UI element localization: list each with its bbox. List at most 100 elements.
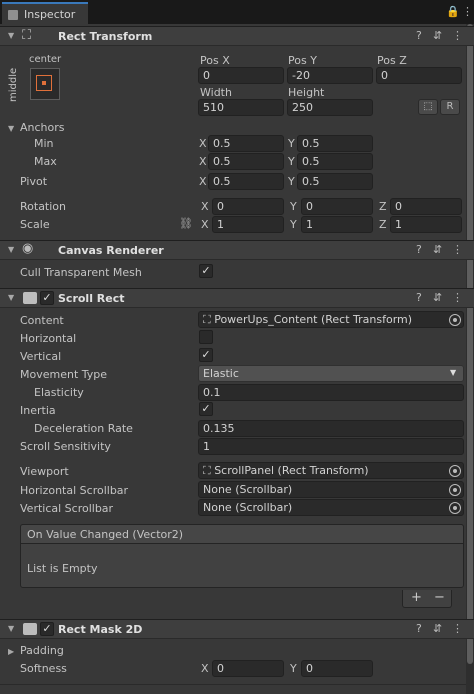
deceleration-rate-input[interactable]: 0.135 (198, 420, 464, 437)
pos-z-input[interactable]: 0 (376, 67, 462, 84)
scale-z-input[interactable]: 1 (390, 216, 462, 233)
height-input[interactable]: 250 (287, 99, 373, 116)
blueprint-mode-button[interactable]: ⬚ (418, 99, 438, 115)
pos-y-input[interactable]: -20 (287, 67, 373, 84)
vertical-scrollbar-field[interactable]: None (Scrollbar) (198, 499, 464, 516)
elasticity-label: Elasticity (34, 386, 84, 399)
anchor-v-label: middle (8, 67, 19, 102)
rect-mask-title: Rect Mask 2D (58, 623, 143, 636)
rect-mask-enabled-checkbox[interactable]: ✓ (40, 622, 54, 636)
pivot-x-input[interactable]: 0.5 (208, 173, 284, 190)
pos-y-label: Pos Y (288, 54, 317, 67)
anchor-min-y-input[interactable]: 0.5 (297, 135, 373, 152)
vertical-checkbox[interactable]: ✓ (199, 348, 213, 362)
movement-type-value: Elastic (203, 367, 239, 380)
pivot-y-input[interactable]: 0.5 (297, 173, 373, 190)
component-menu-icon[interactable]: ⋮ (452, 622, 463, 635)
width-input[interactable]: 510 (198, 99, 284, 116)
rect-mask-fold-icon[interactable]: ▼ (8, 624, 14, 633)
anchor-max-y-input[interactable]: 0.5 (297, 153, 373, 170)
vertical-scrollbar-picker-icon[interactable] (449, 502, 461, 514)
preset-icon[interactable]: ⇵ (433, 29, 442, 42)
rotation-x-label: X (201, 200, 209, 213)
softness-x-label: X (201, 662, 209, 675)
rect-transform-icon: ⛶ (22, 28, 32, 43)
bottom-divider (0, 684, 466, 685)
eye-icon: ◉ (22, 241, 34, 256)
rotation-z-input[interactable]: 0 (390, 198, 462, 215)
help-icon[interactable]: ? (416, 622, 422, 635)
scale-y-input[interactable]: 1 (301, 216, 373, 233)
preset-icon[interactable]: ⇵ (433, 243, 442, 256)
inspector-icon (8, 10, 18, 20)
horizontal-scrollbar-label: Horizontal Scrollbar (20, 484, 129, 497)
list-empty-text: List is Empty (27, 562, 98, 575)
width-label: Width (200, 86, 232, 99)
rect-transform-fold-icon[interactable]: ▼ (8, 31, 14, 40)
canvas-renderer-fold-icon[interactable]: ▼ (8, 245, 14, 254)
viewport-picker-icon[interactable] (449, 465, 461, 477)
scroll-rect-fold-icon[interactable]: ▼ (8, 293, 14, 302)
movement-type-dropdown[interactable]: Elastic (198, 365, 464, 382)
anchor-max-y-label: Y (288, 155, 295, 168)
content-label: Content (20, 314, 64, 327)
help-icon[interactable]: ? (416, 29, 422, 42)
help-icon[interactable]: ? (416, 291, 422, 304)
viewport-label: Viewport (20, 465, 69, 478)
movement-type-label: Movement Type (20, 368, 108, 381)
pos-x-label: Pos X (200, 54, 230, 67)
anchor-max-x-label: X (199, 155, 207, 168)
scroll-sensitivity-input[interactable]: 1 (198, 438, 464, 455)
scroll-rect-enabled-checkbox[interactable]: ✓ (40, 291, 54, 305)
component-menu-icon[interactable]: ⋮ (452, 291, 463, 304)
pivot-y-label: Y (288, 175, 295, 188)
viewport-object-field[interactable]: ⛶ ScrollPanel (Rect Transform) (198, 462, 464, 479)
scale-x-input[interactable]: 1 (212, 216, 284, 233)
help-icon[interactable]: ? (416, 243, 422, 256)
rect-transform-title: Rect Transform (58, 30, 153, 43)
anchor-preset-dot (42, 81, 46, 85)
tab-inspector[interactable]: Inspector (2, 2, 88, 24)
rotation-y-input[interactable]: 0 (301, 198, 373, 215)
horizontal-checkbox[interactable] (199, 330, 213, 344)
content-picker-icon[interactable] (449, 314, 461, 326)
anchor-min-x-input[interactable]: 0.5 (208, 135, 284, 152)
raw-edit-button[interactable]: R (440, 99, 460, 115)
content-object-field[interactable]: ⛶ PowerUps_Content (Rect Transform) (198, 311, 464, 328)
anchors-label: Anchors (20, 121, 65, 134)
rect-mask-icon (23, 623, 37, 635)
cull-transparent-checkbox[interactable]: ✓ (199, 264, 213, 278)
horizontal-scrollbar-field[interactable]: None (Scrollbar) (198, 481, 464, 498)
scroll-sensitivity-label: Scroll Sensitivity (20, 440, 111, 453)
softness-x-input[interactable]: 0 (212, 660, 284, 677)
constrain-proportions-icon[interactable]: ⛓ (179, 217, 193, 230)
remove-event-button[interactable]: − (434, 590, 445, 605)
pivot-x-label: X (199, 175, 207, 188)
inertia-label: Inertia (20, 404, 56, 417)
rect-transform-small-icon: ⛶ (203, 464, 211, 477)
anchor-max-x-input[interactable]: 0.5 (208, 153, 284, 170)
inertia-checkbox[interactable]: ✓ (199, 402, 213, 416)
component-menu-icon[interactable]: ⋮ (452, 29, 463, 42)
scale-label: Scale (20, 218, 50, 231)
tab-title: Inspector (24, 8, 76, 21)
pos-x-input[interactable]: 0 (198, 67, 284, 84)
elasticity-input[interactable]: 0.1 (198, 384, 464, 401)
padding-fold-icon[interactable]: ▶ (8, 647, 14, 656)
scale-x-label: X (201, 218, 209, 231)
rotation-x-input[interactable]: 0 (212, 198, 284, 215)
tab-menu-icon[interactable]: ⋮ (462, 5, 473, 18)
preset-icon[interactable]: ⇵ (433, 291, 442, 304)
lock-icon[interactable]: 🔒 (446, 5, 460, 18)
horizontal-scrollbar-picker-icon[interactable] (449, 484, 461, 496)
component-menu-icon[interactable]: ⋮ (452, 243, 463, 256)
rotation-y-label: Y (290, 200, 297, 213)
softness-y-input[interactable]: 0 (301, 660, 373, 677)
scrollbar-thumb[interactable] (467, 24, 473, 664)
preset-icon[interactable]: ⇵ (433, 622, 442, 635)
add-event-button[interactable]: + (411, 590, 422, 605)
rect-transform-small-icon: ⛶ (203, 313, 211, 326)
padding-label: Padding (20, 644, 64, 657)
anchors-fold-icon[interactable]: ▼ (8, 124, 14, 133)
height-label: Height (288, 86, 325, 99)
